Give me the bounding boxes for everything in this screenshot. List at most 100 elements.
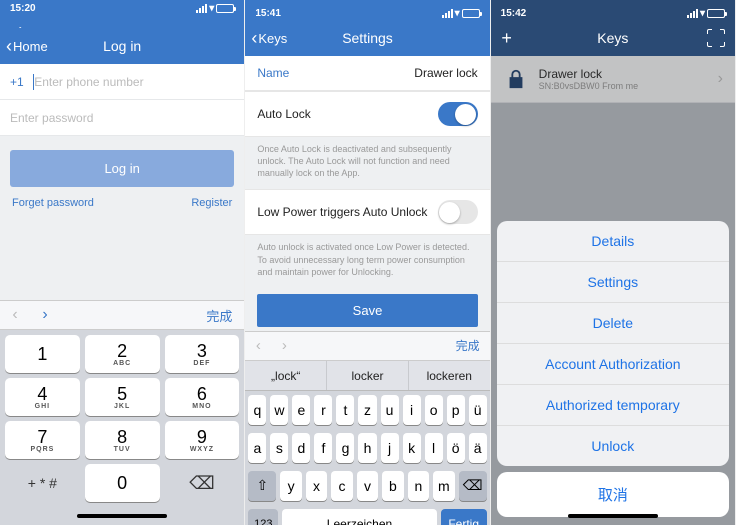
key-r[interactable]: r [314,395,332,425]
key-2[interactable]: 2ABC [85,335,160,373]
action-sheet: DetailsSettingsDeleteAccount Authorizati… [497,221,729,525]
nav-title: Log in [103,38,141,54]
back-button[interactable]: ‹Home [6,37,48,55]
forgot-password-link[interactable]: Forget password [12,197,94,209]
status-bar: 15:20 ▾ ‹App Store [0,0,244,28]
kb-done-button[interactable]: 完成 [444,337,490,354]
key-w[interactable]: w [270,395,288,425]
screen-keys: 15:42 ▾ + Keys Drawer lock SN:B0vsDBW0 F… [491,0,736,525]
wifi-icon: ▾ [700,8,705,19]
country-code[interactable]: +1 [10,75,24,89]
back-button[interactable]: ‹Keys [251,29,287,47]
suggestion[interactable]: „lock“ [245,361,327,390]
plus-icon: + [497,28,517,48]
auto-lock-toggle[interactable] [438,102,478,126]
kb-prev-field[interactable]: ‹ [0,306,30,324]
key-o[interactable]: o [425,395,443,425]
status-time: 15:20 [10,3,36,14]
key-9[interactable]: 9WXYZ [165,421,240,459]
home-indicator[interactable] [568,514,658,518]
kb-next-field[interactable]: › [30,306,60,324]
nav-bar: ‹Keys Settings [245,20,489,56]
key-p[interactable]: p [447,395,465,425]
key-a[interactable]: a [248,433,266,463]
phone-input[interactable]: +1 Enter phone number [0,64,244,100]
key-space[interactable]: Leerzeichen [282,509,436,525]
key-n[interactable]: n [408,471,429,501]
auto-lock-note: Once Auto Lock is deactivated and subseq… [245,137,489,189]
suggestion[interactable]: locker [327,361,409,390]
nav-bar: ‹Home Log in [0,28,244,64]
phone-placeholder: Enter phone number [34,75,143,89]
key-6[interactable]: 6MNO [165,378,240,416]
key-numbers[interactable]: 123 [248,509,278,525]
key-h[interactable]: h [358,433,376,463]
low-power-note: Auto unlock is activated once Low Power … [245,235,489,287]
key-5[interactable]: 5JKL [85,378,160,416]
key-t[interactable]: t [336,395,354,425]
key-f[interactable]: f [314,433,332,463]
sheet-item-details[interactable]: Details [497,221,729,262]
key-m[interactable]: m [433,471,454,501]
home-indicator[interactable] [77,514,167,518]
auto-lock-row: Auto Lock [245,91,489,137]
sheet-item-settings[interactable]: Settings [497,262,729,303]
key-ä[interactable]: ä [469,433,487,463]
signal-icon [196,4,207,13]
nav-title: Keys [597,30,628,46]
key-g[interactable]: g [336,433,354,463]
key-u[interactable]: u [381,395,399,425]
key-y[interactable]: y [280,471,301,501]
key-symbols[interactable]: + * # [5,464,80,502]
status-time: 15:42 [501,8,527,19]
key-b[interactable]: b [382,471,403,501]
scan-icon [707,29,725,47]
low-power-toggle[interactable] [438,200,478,224]
key-q[interactable]: q [248,395,266,425]
key-i[interactable]: i [403,395,421,425]
key-v[interactable]: v [357,471,378,501]
screen-settings: 15:41 ▾ ‹Keys Settings Name Drawer lock … [245,0,490,525]
wifi-icon: ▾ [455,8,460,19]
key-7[interactable]: 7PQRS [5,421,80,459]
key-0[interactable]: 0 [85,464,160,502]
key-k[interactable]: k [403,433,421,463]
sheet-item-account-authorization[interactable]: Account Authorization [497,344,729,385]
key-e[interactable]: e [292,395,310,425]
key-d[interactable]: d [292,433,310,463]
key-s[interactable]: s [270,433,288,463]
low-power-row: Low Power triggers Auto Unlock [245,189,489,235]
sheet-item-unlock[interactable]: Unlock [497,426,729,466]
key-x[interactable]: x [306,471,327,501]
password-input[interactable]: Enter password [0,100,244,136]
key-z[interactable]: z [358,395,376,425]
register-link[interactable]: Register [191,197,232,209]
key-ö[interactable]: ö [447,433,465,463]
key-return[interactable]: Fertig [441,509,487,525]
key-j[interactable]: j [381,433,399,463]
key-c[interactable]: c [331,471,352,501]
key-ü[interactable]: ü [469,395,487,425]
key-l[interactable]: l [425,433,443,463]
kb-next-field[interactable]: › [271,337,297,354]
auto-lock-label: Auto Lock [257,107,310,121]
key-backspace[interactable]: ⌫ [459,471,487,501]
scan-button[interactable] [707,29,725,47]
sheet-item-delete[interactable]: Delete [497,303,729,344]
key-1[interactable]: 1 [5,335,80,373]
login-button[interactable]: Log in [10,150,234,187]
key-shift[interactable]: ⇧ [248,471,276,501]
key-8[interactable]: 8TUV [85,421,160,459]
suggestion[interactable]: lockeren [409,361,490,390]
name-row[interactable]: Name Drawer lock [245,56,489,91]
save-button[interactable]: Save [257,294,477,327]
sheet-item-authorized-temporary[interactable]: Authorized temporary [497,385,729,426]
add-button[interactable]: + [497,28,517,48]
screen-login: 15:20 ▾ ‹App Store ‹Home Log in +1 Enter… [0,0,245,525]
status-bar: 15:42 ▾ [491,0,735,20]
kb-prev-field[interactable]: ‹ [245,337,271,354]
key-backspace[interactable]: ⌫ [165,464,240,502]
kb-done-button[interactable]: 完成 [194,306,244,325]
key-3[interactable]: 3DEF [165,335,240,373]
key-4[interactable]: 4GHI [5,378,80,416]
